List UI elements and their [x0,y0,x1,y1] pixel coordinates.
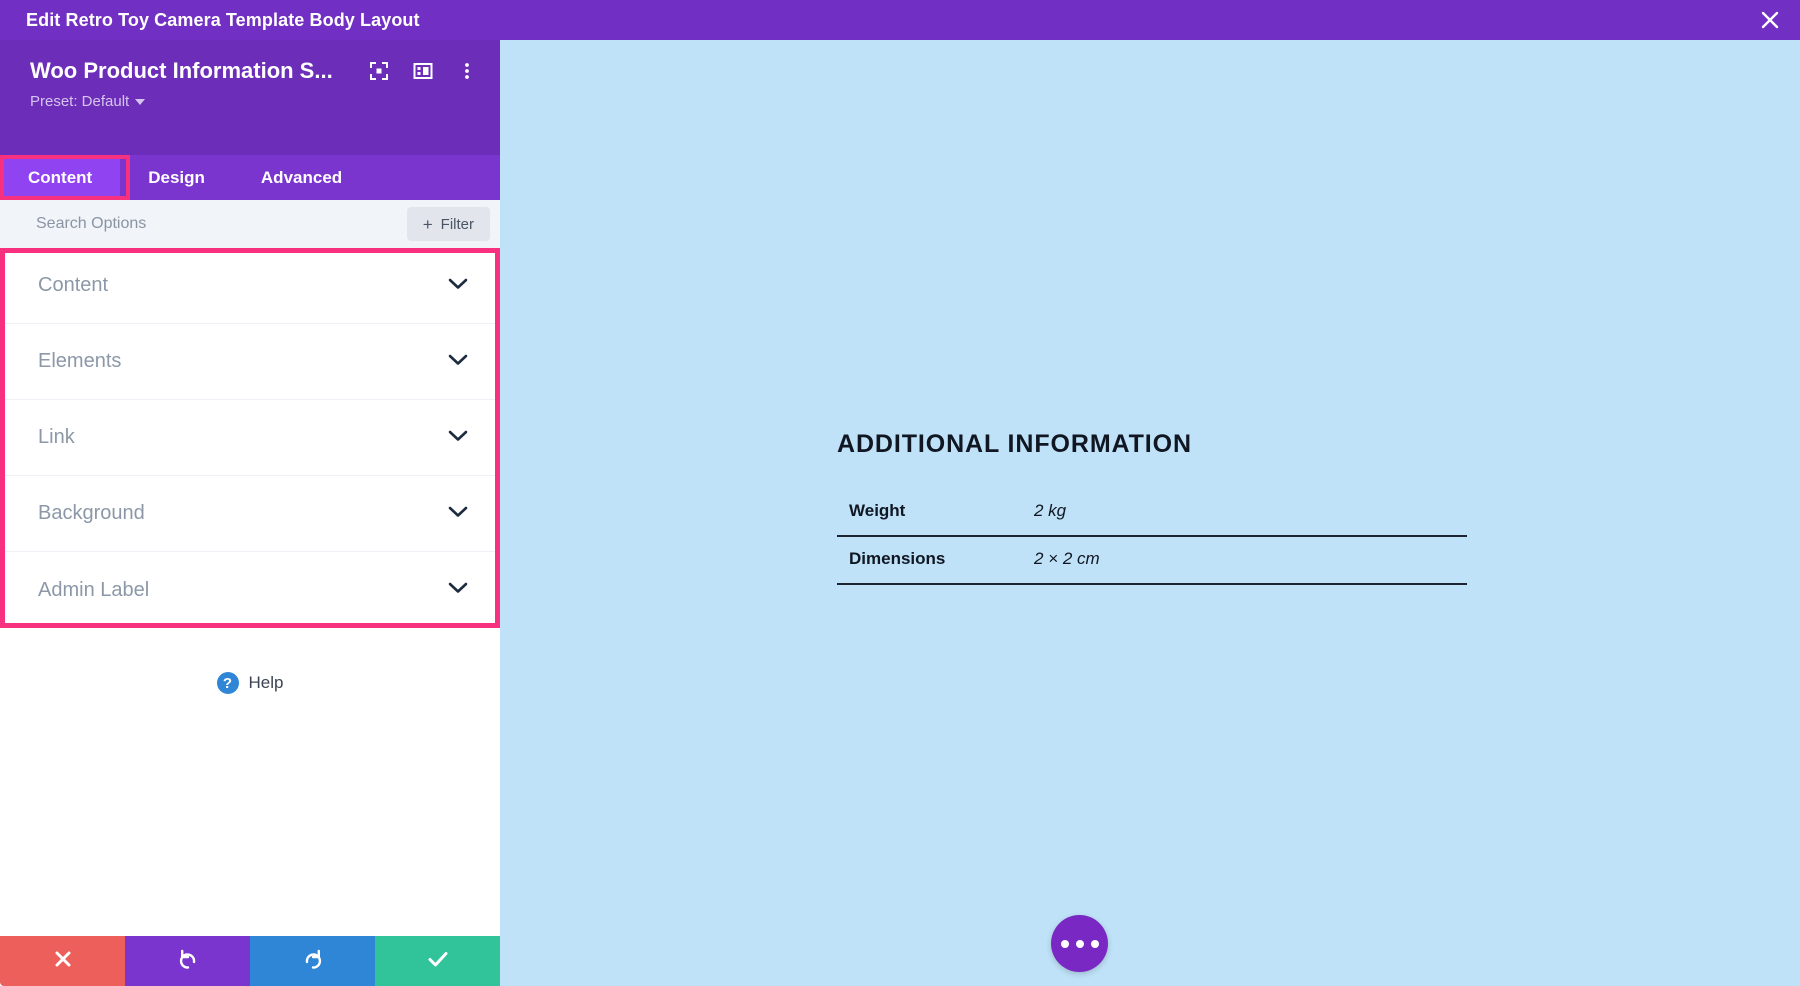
product-attributes-table: Weight 2 kg Dimensions 2 × 2 cm [837,489,1467,585]
redo-icon [302,948,324,975]
tab-advanced[interactable]: Advanced [233,155,370,200]
close-button[interactable] [1740,0,1800,40]
accordion-section-elements[interactable]: Elements [0,324,500,400]
table-row: Dimensions 2 × 2 cm [837,536,1467,585]
panel-header: Woo Product Information S... Preset: Def… [0,40,500,155]
layout-panel-icon[interactable] [410,58,436,84]
panel-tabs: Content Design Advanced [0,155,500,200]
search-input[interactable] [36,215,397,233]
tab-content[interactable]: Content [0,155,121,200]
settings-panel: Woo Product Information S... Preset: Def… [0,40,500,986]
chevron-down-icon [448,277,468,295]
accordion-section-admin-label[interactable]: Admin Label [0,552,500,628]
filter-button[interactable]: + Filter [406,207,490,241]
module-title: Woo Product Information S... [30,58,333,83]
ellipsis-icon-dot [1060,939,1069,948]
more-vertical-icon[interactable] [454,58,480,84]
section-heading: ADDITIONAL INFORMATION [837,430,1192,458]
tab-design-label: Design [148,167,205,187]
help-label: Help [248,673,284,692]
options-accordion: Content Elements Link Background Admin L… [0,248,500,628]
help-link[interactable]: ? Help [0,672,500,694]
tab-content-label: Content [28,167,93,187]
page-settings-fab[interactable] [1051,915,1108,972]
check-icon [427,949,449,974]
tab-design[interactable]: Design [120,155,233,200]
cancel-button[interactable] [0,936,125,986]
panel-header-icons [366,58,480,84]
page-preview: ADDITIONAL INFORMATION Weight 2 kg Dimen… [500,40,1800,986]
focus-target-icon[interactable] [366,58,392,84]
ellipsis-icon-dot [1075,939,1084,948]
help-question-icon: ? [216,672,239,694]
plus-icon: + [422,214,433,234]
attribute-key: Weight [837,489,1022,537]
save-button[interactable] [375,936,500,986]
modal-titlebar: Edit Retro Toy Camera Template Body Layo… [0,0,1800,40]
accordion-label: Admin Label [38,578,150,601]
close-icon [1759,9,1781,31]
undo-button[interactable] [125,936,250,986]
table-row: Weight 2 kg [837,489,1467,537]
accordion-section-content[interactable]: Content [0,248,500,324]
redo-button[interactable] [250,936,375,986]
accordion-label: Content [38,274,109,296]
divi-builder-modal: Edit Retro Toy Camera Template Body Layo… [0,0,1800,986]
chevron-down-icon [448,353,468,371]
preset-label: Preset: Default [30,93,130,110]
close-icon [53,949,73,974]
accordion-section-background[interactable]: Background [0,476,500,552]
filter-button-label: Filter [440,215,474,233]
options-accordion-wrapper: Content Elements Link Background Admin L… [0,248,500,628]
page-title: Edit Retro Toy Camera Template Body Layo… [26,9,420,30]
attribute-value: 2 kg [1022,489,1467,537]
accordion-label: Background [38,502,145,524]
tab-advanced-label: Advanced [260,167,343,187]
search-row: + Filter [0,200,500,248]
chevron-down-icon [448,581,468,599]
chevron-down-icon [448,505,468,523]
undo-icon [177,948,199,975]
woo-product-information-module: ADDITIONAL INFORMATION Weight 2 kg Dimen… [837,430,1467,585]
ellipsis-icon-dot [1090,939,1099,948]
attribute-value: 2 × 2 cm [1022,536,1467,585]
chevron-down-icon [135,98,146,105]
accordion-label: Link [38,426,75,448]
preset-selector[interactable]: Preset: Default [30,93,480,110]
panel-action-bar [0,936,500,986]
chevron-down-icon [448,429,468,447]
accordion-section-link[interactable]: Link [0,400,500,476]
attribute-key: Dimensions [837,536,1022,585]
accordion-label: Elements [38,350,122,372]
